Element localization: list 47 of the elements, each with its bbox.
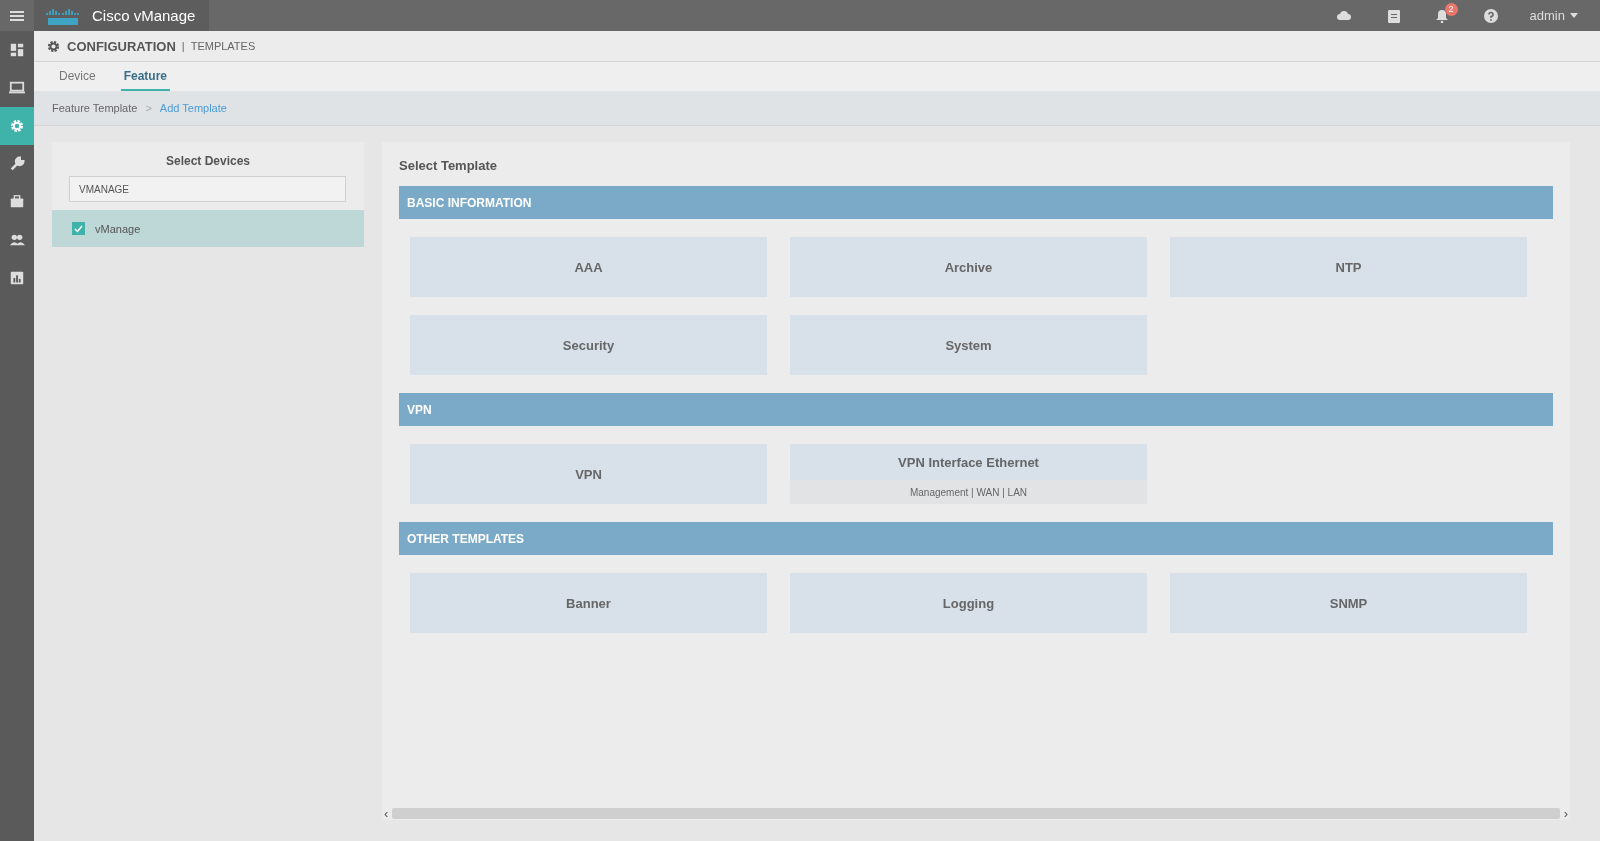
breadcrumb-link[interactable]: Feature Template: [52, 102, 138, 114]
checkbox[interactable]: [72, 222, 85, 235]
device-label: vManage: [95, 222, 141, 235]
breadcrumb-current[interactable]: Add Template: [159, 102, 227, 114]
template-tile[interactable]: VPN Interface Ethernet Management | WAN | LAN: [790, 444, 1147, 504]
user-menu[interactable]: admin: [1529, 8, 1578, 23]
panel-title: Select Devices: [164, 154, 252, 168]
scrollbar[interactable]: [392, 807, 1560, 819]
caret-icon: [1570, 13, 1578, 18]
menu-icon[interactable]: [10, 9, 24, 22]
template-tile[interactable]: Security: [410, 315, 767, 375]
settings-icon: [9, 118, 25, 134]
template-tile[interactable]: Archive: [790, 237, 1147, 297]
template-tile[interactable]: VPN: [410, 444, 767, 504]
section-header: OTHER TEMPLATES: [399, 522, 1553, 555]
page-title: CONFIGURATION: [67, 38, 176, 54]
tab[interactable]: Device: [56, 62, 99, 91]
bell-icon[interactable]: [1435, 8, 1448, 23]
page-subtitle: TEMPLATES: [190, 40, 256, 52]
app-title: Cisco vManage: [92, 7, 196, 24]
section-header: BASIC INFORMATION: [399, 186, 1553, 219]
title-separator: |: [181, 40, 185, 52]
template-tile[interactable]: SNMP: [1170, 573, 1527, 633]
template-tile[interactable]: AAA: [410, 237, 767, 297]
sidebar-item[interactable]: [0, 107, 34, 145]
scroll-left-arrow[interactable]: ‹: [384, 806, 389, 820]
clipboard-icon[interactable]: [1387, 8, 1400, 23]
template-tile[interactable]: Logging: [790, 573, 1147, 633]
device-row[interactable]: vManage: [52, 210, 364, 247]
breadcrumb-separator: >: [145, 102, 152, 114]
help-icon[interactable]: [1483, 8, 1498, 23]
search-field[interactable]: VMANAGE: [69, 176, 346, 202]
section-header: VPN: [399, 393, 1553, 426]
notification-badge: 2: [1444, 2, 1458, 16]
cloud-icon[interactable]: [1335, 10, 1352, 21]
template-tile[interactable]: Banner: [410, 573, 767, 633]
template-tile[interactable]: NTP: [1170, 237, 1527, 297]
settings-icon: [46, 38, 61, 54]
scroll-right-arrow[interactable]: ›: [1563, 806, 1568, 820]
panel-title: Select Template: [399, 158, 499, 173]
chart-icon: [9, 270, 25, 286]
people-icon: [9, 232, 25, 248]
briefcase-icon: [9, 194, 25, 210]
template-tile[interactable]: System: [790, 315, 1147, 375]
dashboard-icon: [9, 42, 25, 58]
laptop-icon: [9, 80, 25, 96]
wrench-icon: [9, 156, 25, 172]
